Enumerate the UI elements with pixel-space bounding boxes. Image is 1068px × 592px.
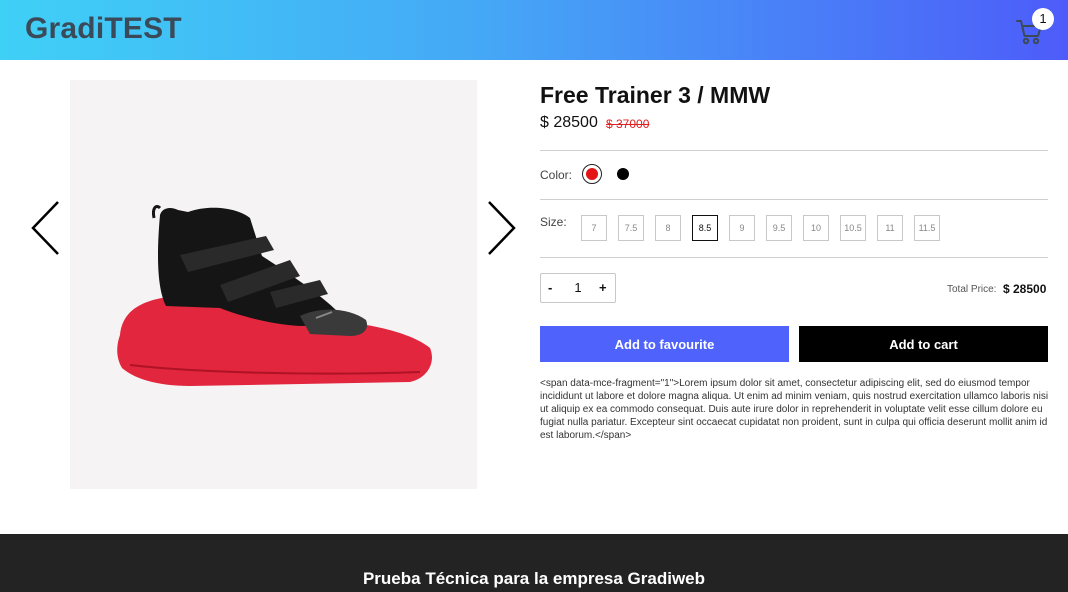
add-to-favourite-button[interactable]: Add to favourite xyxy=(540,326,789,362)
size-option[interactable]: 9.5 xyxy=(766,215,792,241)
total-price-value: $ 28500 xyxy=(1003,282,1047,296)
cart-button[interactable]: 1 xyxy=(1012,8,1056,50)
size-option[interactable]: 9 xyxy=(729,215,755,241)
gallery-prev-button[interactable] xyxy=(30,200,60,256)
quantity-stepper: - 1 + xyxy=(540,273,616,303)
gallery-next-button[interactable] xyxy=(487,200,517,256)
quantity-increase-button[interactable]: + xyxy=(599,280,607,295)
chevron-left-icon xyxy=(31,201,59,255)
total-price-label: Total Price: xyxy=(947,284,997,295)
color-label: Color: xyxy=(540,168,573,182)
quantity-decrease-button[interactable]: - xyxy=(548,280,552,295)
size-option[interactable]: 10 xyxy=(803,215,829,241)
size-option[interactable]: 11.5 xyxy=(914,215,940,241)
color-swatch-black[interactable] xyxy=(613,164,633,184)
site-footer: Prueba Técnica para la empresa Gradiweb xyxy=(0,534,1068,592)
color-swatch-dot xyxy=(617,168,629,180)
product-description: <span data-mce-fragment="1">Lorem ipsum … xyxy=(540,378,1049,441)
product-title: Free Trainer 3 / MMW xyxy=(540,82,771,108)
divider xyxy=(540,199,1048,200)
size-label: Size: xyxy=(540,215,567,229)
divider xyxy=(540,150,1048,151)
divider xyxy=(540,257,1048,258)
size-option[interactable]: 8 xyxy=(655,215,681,241)
size-option-selected[interactable]: 8.5 xyxy=(692,215,718,241)
size-option[interactable]: 7.5 xyxy=(618,215,644,241)
color-swatch-red[interactable] xyxy=(582,164,602,184)
brand-logo[interactable]: GradiTEST xyxy=(25,12,182,46)
site-header: GradiTEST 1 xyxy=(0,0,1068,60)
chevron-right-icon xyxy=(488,201,516,255)
size-option[interactable]: 10.5 xyxy=(840,215,866,241)
quantity-value[interactable]: 1 xyxy=(573,280,583,295)
color-swatch-dot xyxy=(586,168,598,180)
size-option[interactable]: 7 xyxy=(581,215,607,241)
sneaker-image xyxy=(117,205,432,386)
product-old-price: $ 37000 xyxy=(606,117,650,131)
product-price: $ 28500 xyxy=(540,114,598,131)
footer-text: Prueba Técnica para la empresa Gradiweb xyxy=(362,569,706,588)
add-to-cart-button[interactable]: Add to cart xyxy=(799,326,1048,362)
cart-count-badge: 1 xyxy=(1032,8,1054,30)
size-option[interactable]: 11 xyxy=(877,215,903,241)
product-image xyxy=(70,80,477,489)
